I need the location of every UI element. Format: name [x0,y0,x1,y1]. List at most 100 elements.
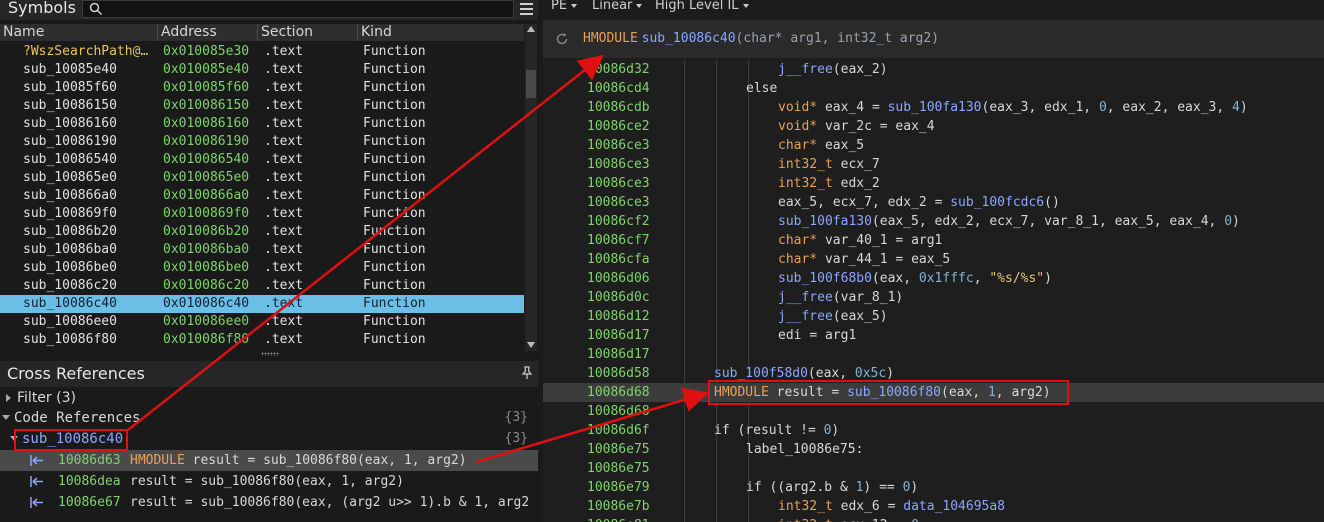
symbol-kind: Function [363,116,426,131]
code-line[interactable]: 10086d6f if (result != 0) [543,421,1324,440]
code-line[interactable]: 10086e7b int32_t edx_6 = data_104695a8 [543,497,1324,516]
symbol-row[interactable]: sub_10086160 0x010086160 .text Function [0,115,524,133]
hamburger-menu-icon[interactable] [520,3,533,15]
code-line[interactable]: 10086cfa char* var_44_1 = eax_5 [543,250,1324,269]
view-mode-dropdown[interactable]: Linear [592,0,643,13]
symbol-row[interactable]: sub_10086c40 0x010086c40 .text Function [0,295,524,313]
xref-item[interactable]: 10086d63 HMODULE result = sub_10086f80(ea… [0,450,538,471]
column-header-section[interactable]: Section [258,24,358,41]
code-line[interactable]: 10086d0c j__free(var_8_1) [543,288,1324,307]
xref-code: result = sub_10086f80(eax, 1, arg2) [130,471,404,492]
format-dropdown[interactable]: PE [551,0,578,13]
symbol-row[interactable]: sub_10086ee0 0x010086ee0 .text Function [0,313,524,331]
code-line-text: sub_100fa130(eax_5, edx_2, ecx_7, var_8_… [778,214,1240,229]
cross-references-title: Cross References [7,364,145,383]
function-signature-bar: HMODULE sub_10086c40(char* arg1, int32_t… [543,20,1324,58]
refresh-icon[interactable] [555,32,569,46]
symbol-row[interactable]: sub_100866a0 0x0100866a0 .text Function [0,187,524,205]
code-line[interactable]: 10086ce2 void* var_2c = eax_4 [543,117,1324,136]
code-line[interactable]: 10086cf7 char* var_40_1 = arg1 [543,231,1324,250]
code-line-text: int32_t ecx_12 = 0 [778,516,919,522]
code-line[interactable]: 10086ce3 char* eax_5 [543,136,1324,155]
code-line[interactable]: 10086d32 j__free(eax_2) [543,60,1324,79]
symbol-row[interactable]: sub_10086190 0x010086190 .text Function [0,133,524,151]
xref-function-count: {3} [504,431,528,446]
xref-code-text: result = sub_10086f80(eax, (arg2 u>> 1).… [130,495,530,510]
xref-code: HMODULE result = sub_10086f80(eax, 1, ar… [130,450,467,471]
symbol-row[interactable]: sub_10086c20 0x010086c20 .text Function [0,277,524,295]
symbol-section: .text [264,170,304,185]
panel-splitter-handle[interactable] [261,352,279,356]
code-line-address: 10086cdb [587,100,650,115]
code-line[interactable]: 10086e79 if ((arg2.b & 1) == 0) [543,478,1324,497]
xref-code-text: result = sub_10086f80(eax, 1, arg2) [184,453,467,468]
code-line[interactable]: 10086d12 j__free(eax_5) [543,307,1324,326]
column-header-name[interactable]: Name [0,24,158,41]
symbol-name: sub_10086160 [23,116,117,131]
symbol-kind: Function [363,98,426,113]
code-line-address: 10086ce3 [587,176,650,191]
code-line[interactable]: 10086e81 int32_t ecx_12 = 0 [543,516,1324,522]
pin-icon[interactable] [520,366,534,380]
scroll-up-arrow-icon[interactable] [527,26,535,32]
symbol-name: sub_10086f80 [23,332,117,347]
symbols-search-input[interactable] [82,0,514,18]
code-line-address: 10086d58 [587,366,650,381]
cross-references-list: Filter (3) Code References {3} sub_10086… [0,388,538,522]
signature-function-name[interactable]: sub_10086c40 [642,31,736,46]
search-icon [89,2,103,16]
code-line-address: 10086cf2 [587,214,650,229]
symbol-address: 0x010086ee0 [163,314,250,329]
symbol-row[interactable]: sub_10086150 0x010086150 .text Function [0,97,524,115]
code-line[interactable]: 10086d17 edi = arg1 [543,326,1324,345]
symbol-address: 0x010086160 [163,116,250,131]
column-header-address[interactable]: Address [158,24,258,41]
xref-code-text: result = sub_10086f80(eax, 1, arg2) [130,474,404,489]
symbol-address: 0x010086c40 [163,296,250,311]
code-line-text: if (result != 0) [714,423,840,438]
code-line[interactable]: 10086d06 sub_100f68b0(eax, 0x1fffc, "%s/%… [543,269,1324,288]
code-references-group[interactable]: Code References {3} [0,408,538,428]
symbol-section: .text [264,152,304,167]
symbol-row[interactable]: sub_10086be0 0x010086be0 .text Function [0,259,524,277]
symbol-row[interactable]: sub_10086ba0 0x010086ba0 .text Function [0,241,524,259]
code-line-text: void* eax_4 = sub_100fa130(eax_3, edx_1,… [778,100,1248,115]
il-dropdown[interactable]: High Level IL [655,0,749,13]
symbol-section: .text [264,80,304,95]
symbol-section: .text [264,242,304,257]
code-line[interactable]: 10086ce3 int32_t ecx_7 [543,155,1324,174]
code-line-text: j__free(eax_5) [778,309,888,324]
filter-toggle[interactable]: Filter (3) [0,388,538,408]
code-line[interactable]: 10086ce3 eax_5, ecx_7, edx_2 = sub_100fcd… [543,193,1324,212]
code-line-address: 10086e75 [587,442,650,457]
incoming-reference-arrow-icon [30,497,43,508]
symbol-name: sub_100866a0 [23,188,117,203]
code-line[interactable]: 10086cdb void* eax_4 = sub_100fa130(eax_3… [543,98,1324,117]
symbol-row[interactable]: sub_100865e0 0x0100865e0 .text Function [0,169,524,187]
symbol-row[interactable]: sub_100869f0 0x0100869f0 .text Function [0,205,524,223]
symbols-scrollbar[interactable] [525,24,537,351]
symbol-row[interactable]: sub_10085e40 0x010085e40 .text Function [0,61,524,79]
code-line-address: 10086ce3 [587,157,650,172]
scrollbar-thumb[interactable] [526,70,536,98]
code-line[interactable]: 10086d17 [543,345,1324,364]
code-line[interactable]: 10086cf2 sub_100fa130(eax_5, edx_2, ecx_7… [543,212,1324,231]
code-line[interactable]: 10086e75 label_10086e75: [543,440,1324,459]
code-line[interactable]: 10086cd4 else [543,79,1324,98]
symbol-row[interactable]: sub_10086b20 0x010086b20 .text Function [0,223,524,241]
code-line-text: int32_t ecx_7 [778,157,880,172]
symbol-row[interactable]: sub_10086540 0x010086540 .text Function [0,151,524,169]
code-line[interactable]: 10086e75 [543,459,1324,478]
xref-item[interactable]: 10086dea result = sub_10086f80(eax, 1, ar… [0,471,538,492]
symbol-kind: Function [363,296,426,311]
scroll-down-arrow-icon[interactable] [527,342,535,348]
xref-item[interactable]: 10086e67 result = sub_10086f80(eax, (arg2… [0,492,538,513]
symbol-row[interactable]: ?WszSearchPath@… 0x010085e30 .text Function [0,43,524,61]
symbol-row[interactable]: sub_10085f60 0x010085f60 .text Function [0,79,524,97]
code-line-address: 10086e7b [587,499,650,514]
column-header-kind[interactable]: Kind [358,24,524,41]
code-line[interactable]: 10086ce3 int32_t edx_2 [543,174,1324,193]
symbol-row[interactable]: sub_10086f80 0x010086f80 .text Function [0,331,524,349]
annotation-box-call-line [708,380,1069,405]
code-line-address: 10086d17 [587,347,650,362]
